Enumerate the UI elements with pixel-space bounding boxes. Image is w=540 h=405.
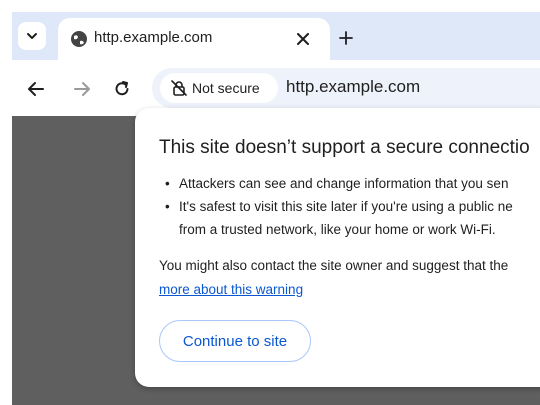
learn-more-link[interactable]: more about this warning [159,282,303,297]
not-secure-icon [171,80,187,96]
warning-item-continued: from a trusted network, like your home o… [179,222,496,237]
reload-button[interactable] [111,78,133,100]
forward-arrow-icon [74,82,90,96]
tab-search-button[interactable] [18,22,46,50]
site-info-chip[interactable]: Not secure [160,73,278,103]
continue-to-site-button[interactable]: Continue to site [159,320,311,362]
chevron-down-icon [27,33,37,39]
tab-title: http.example.com [94,29,213,46]
warning-item: It's safest to visit this site later if … [179,199,513,214]
back-button[interactable] [25,78,47,100]
dialog-title: This site doesn’t support a secure conne… [159,137,530,158]
new-tab-button[interactable] [334,26,358,50]
close-icon [297,33,309,45]
bullet-marker: • [165,199,170,214]
back-arrow-icon [28,82,44,96]
contact-owner-text: You might also contact the site owner an… [159,258,509,273]
url-text[interactable]: http.example.com [286,77,420,97]
tab-close-button[interactable] [293,29,313,49]
active-tab[interactable]: http.example.com [58,18,330,60]
warning-item: Attackers can see and change information… [179,176,509,191]
plus-icon [339,31,353,45]
security-warning-dialog: This site doesn’t support a secure conne… [135,108,540,387]
globe-icon [71,31,87,47]
not-secure-label: Not secure [192,80,260,96]
reload-icon [115,81,129,96]
bullet-marker: • [165,176,170,191]
forward-button[interactable] [71,78,93,100]
